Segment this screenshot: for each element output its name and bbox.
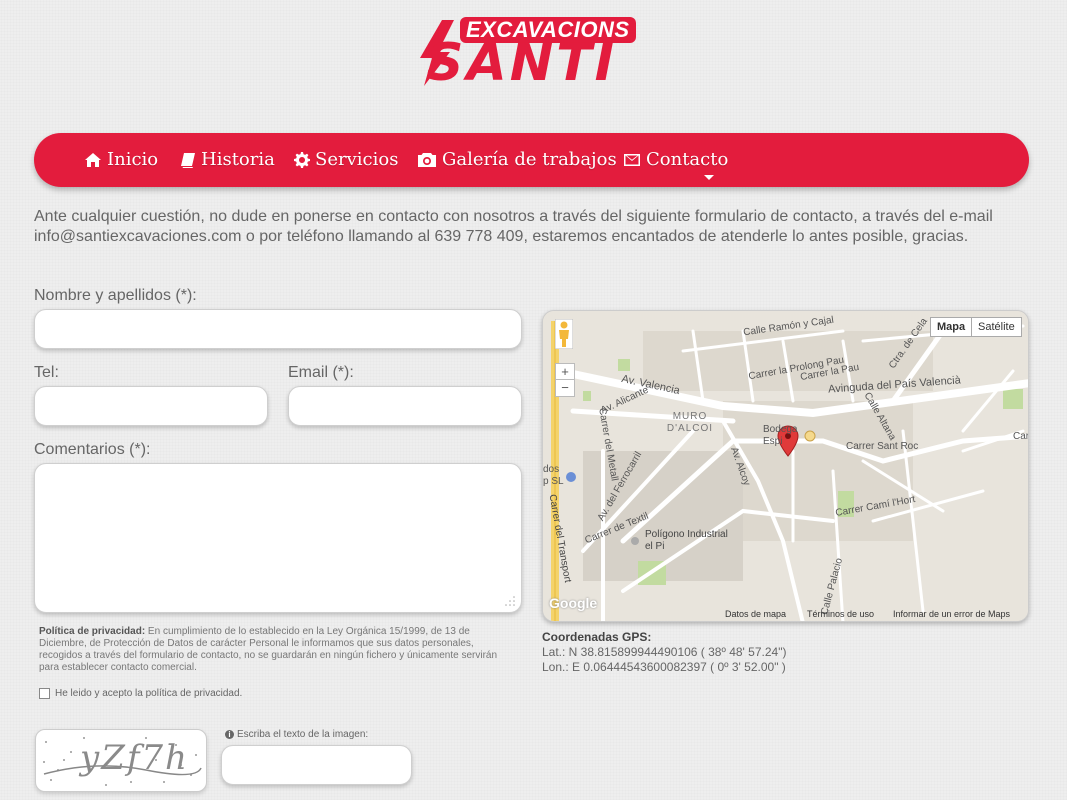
nav-label: Servicios xyxy=(315,149,399,170)
nav-item-inicio[interactable]: Inicio xyxy=(84,148,158,172)
map-label-psl: p SL xyxy=(543,476,564,487)
nav-label: Historia xyxy=(201,149,275,170)
privacy-notice: Política de privacidad: En cumplimiento … xyxy=(39,626,519,674)
map-label-muro: MURO D'ALCOI xyxy=(666,411,714,434)
nav-label: Contacto xyxy=(646,149,729,170)
main-nav: Inicio Historia Servicios Galería de tra… xyxy=(34,133,1029,187)
resize-grip-icon[interactable] xyxy=(505,596,515,606)
accept-privacy-checkbox[interactable] xyxy=(39,688,50,699)
accept-privacy-row[interactable]: He leido y acepto la política de privaci… xyxy=(39,688,242,699)
map-label-poligono: Polígono Industrial el Pi xyxy=(645,529,728,552)
map-terms-link[interactable]: Términos de uso xyxy=(807,609,874,619)
tel-label: Tel: xyxy=(34,364,59,381)
street-view-pegman-icon[interactable] xyxy=(555,319,573,349)
map-data-link[interactable]: Datos de mapa xyxy=(725,609,786,619)
captcha-image: yZf7h xyxy=(35,729,207,792)
home-icon xyxy=(85,153,101,167)
google-logo[interactable]: Google xyxy=(549,595,597,611)
nav-label: Inicio xyxy=(107,149,159,170)
gps-lon: Lon.: E 0.06444543600082397 ( 0º 3' 52.0… xyxy=(542,660,786,674)
nav-item-historia[interactable]: Historia xyxy=(180,148,275,172)
active-caret-icon xyxy=(704,175,714,180)
nav-label: Galería de trabajos xyxy=(442,149,617,170)
captcha-hint-text: Escriba el texto de la imagen: xyxy=(237,729,369,740)
gps-coordinates: Coordenadas GPS: Lat.: N 38.815899944490… xyxy=(542,630,786,675)
map-type-map-button[interactable]: Mapa xyxy=(930,317,973,337)
map-report-link[interactable]: Informar de un error de Maps xyxy=(893,609,1010,619)
book-icon xyxy=(181,153,195,168)
camera-icon xyxy=(418,153,436,167)
map-label-cari: Cari xyxy=(1013,431,1029,442)
map-label-bodega: Bodega Espi xyxy=(763,424,798,447)
email-label: Email (*): xyxy=(288,364,354,381)
comments-label: Comentarios (*): xyxy=(34,441,151,458)
captcha-text: yZf7h xyxy=(80,738,189,778)
site-logo[interactable]: EXCAVACIONS SANTI xyxy=(420,12,650,93)
location-map[interactable]: + − Mapa Satélite Calle Ramón y Cajal Ca… xyxy=(542,310,1029,622)
nav-item-contacto[interactable]: Contacto xyxy=(623,148,728,172)
nav-item-galeria[interactable]: Galería de trabajos xyxy=(417,148,617,172)
intro-text: Ante cualquier cuestión, no dude en pone… xyxy=(34,208,993,245)
map-label-dos: dos xyxy=(543,464,560,475)
gear-icon xyxy=(294,152,310,168)
name-input[interactable] xyxy=(34,309,522,349)
accept-privacy-label: He leido y acepto la política de privaci… xyxy=(55,688,243,699)
gps-lat: Lat.: N 38.815899944490106 ( 38º 48' 57.… xyxy=(542,645,787,659)
comments-textarea[interactable] xyxy=(34,463,522,613)
map-label-santroc: Carrer Sant Roc xyxy=(846,441,919,452)
map-type-satellite-button[interactable]: Satélite xyxy=(971,317,1022,337)
logo-main-text: SANTI xyxy=(426,33,618,93)
email-input[interactable] xyxy=(288,386,522,426)
envelope-icon xyxy=(624,154,640,166)
tel-input[interactable] xyxy=(34,386,268,426)
map-zoom-out-button[interactable]: − xyxy=(555,379,575,397)
name-label: Nombre y apellidos (*): xyxy=(34,287,197,304)
nav-item-servicios[interactable]: Servicios xyxy=(294,148,398,172)
info-icon: i xyxy=(225,730,234,739)
privacy-title: Política de privacidad: xyxy=(39,626,146,637)
captcha-input[interactable] xyxy=(221,745,412,785)
gps-title: Coordenadas GPS: xyxy=(542,630,652,644)
captcha-hint: i Escriba el texto de la imagen: xyxy=(225,729,368,740)
